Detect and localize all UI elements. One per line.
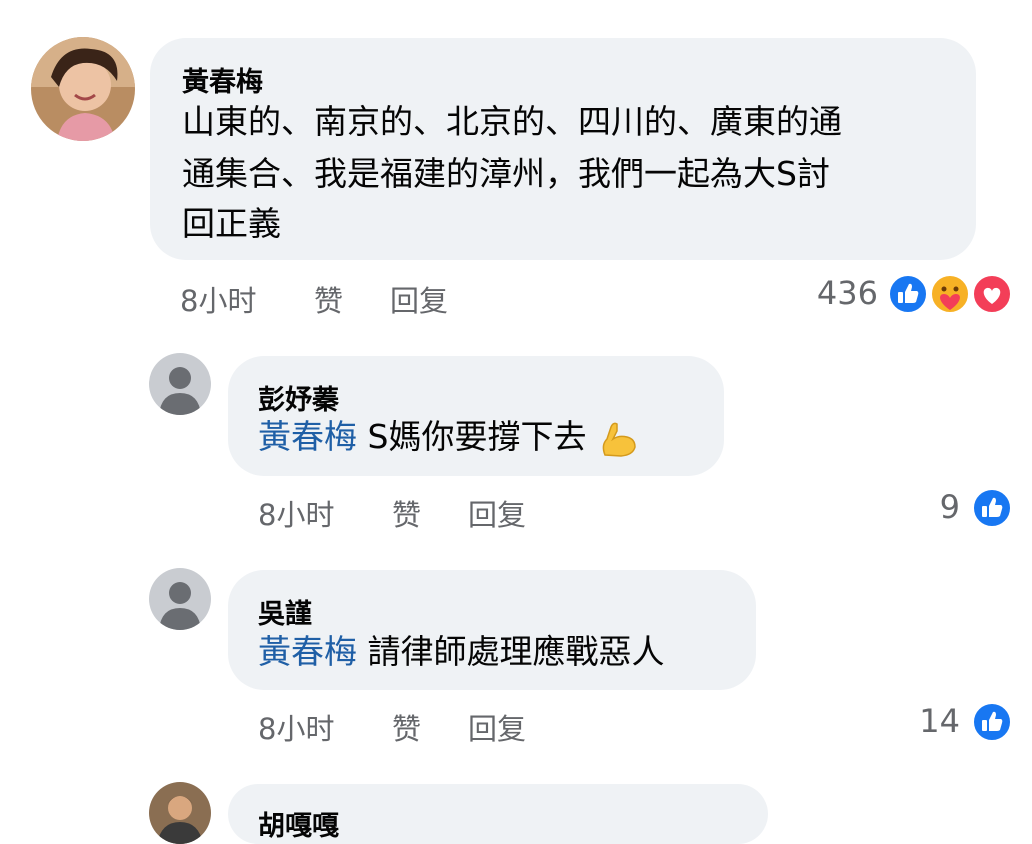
- like-button[interactable]: 赞: [392, 706, 421, 748]
- reaction-count[interactable]: 14: [890, 702, 960, 740]
- reply-button[interactable]: 回复: [468, 706, 526, 748]
- comment-text-line: 通集合、我是福建的漳州，我們一起為大S討: [182, 154, 830, 193]
- reply-button[interactable]: 回复: [468, 492, 526, 534]
- care-icon: [930, 274, 970, 314]
- avatar-default[interactable]: [149, 568, 211, 630]
- comment-actions: 8小时 赞 回复: [180, 278, 580, 318]
- like-icon: [888, 274, 928, 314]
- comment-author[interactable]: 吳謹: [258, 592, 312, 631]
- mention-link[interactable]: 黃春梅: [258, 632, 357, 671]
- like-button[interactable]: 赞: [392, 492, 421, 534]
- comment-time[interactable]: 8小时: [258, 492, 334, 534]
- comment-text-line: 回正義: [182, 204, 281, 243]
- comment-actions: 8小时 赞 回复: [258, 706, 658, 746]
- like-icon: [972, 488, 1012, 528]
- comment-actions: 8小时 赞 回复: [258, 492, 658, 532]
- reaction-count[interactable]: 9: [900, 488, 960, 526]
- flexed-biceps-emoji: [602, 422, 636, 457]
- avatar-huang-chunmei[interactable]: [31, 37, 135, 141]
- comment-time[interactable]: 8小时: [258, 706, 334, 748]
- comment-text-line: 山東的、南京的、北京的、四川的、廣東的通: [182, 102, 842, 141]
- avatar-hu-gaga[interactable]: [149, 782, 211, 844]
- like-icon: [972, 702, 1012, 742]
- comment-text: 黃春梅 S媽你要撐下去: [258, 413, 641, 461]
- comment-author[interactable]: 胡嘎嘎: [258, 804, 339, 843]
- avatar-default[interactable]: [149, 353, 211, 415]
- like-button[interactable]: 赞: [314, 278, 343, 320]
- comment-author[interactable]: 黃春梅: [182, 60, 263, 99]
- mention-link[interactable]: 黃春梅: [258, 417, 357, 456]
- comment-body: S媽你要撐下去: [367, 417, 587, 456]
- comment-author[interactable]: 彭妤蓁: [258, 378, 339, 417]
- comment-text: 黃春梅 請律師處理應戰惡人: [258, 628, 665, 676]
- love-icon: [972, 274, 1012, 314]
- comment-body: 請律師處理應戰惡人: [367, 632, 665, 671]
- reply-button[interactable]: 回复: [390, 278, 448, 320]
- reaction-count[interactable]: 436: [790, 274, 878, 312]
- comment-time[interactable]: 8小时: [180, 278, 256, 320]
